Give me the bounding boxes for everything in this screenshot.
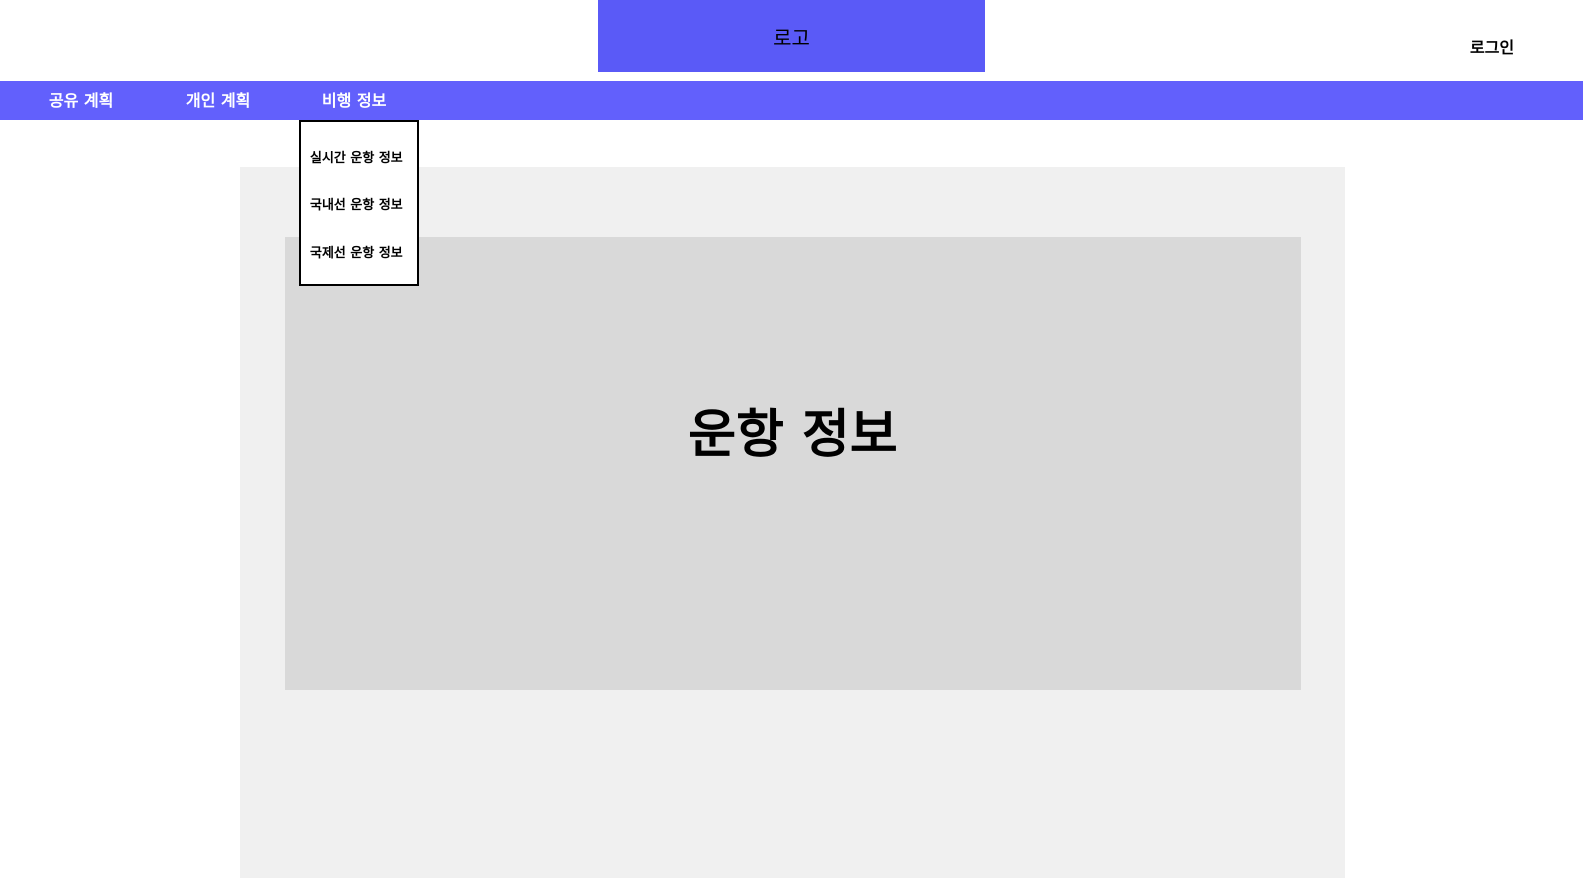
dropdown-item-international[interactable]: 국제선 운항 정보 — [310, 242, 403, 261]
nav-item-flight-info[interactable]: 비행 정보 — [322, 81, 386, 120]
dropdown-item-domestic[interactable]: 국내선 운항 정보 — [310, 194, 403, 213]
nav-item-shared-plan[interactable]: 공유 계획 — [49, 81, 113, 120]
nav-item-personal-plan[interactable]: 개인 계획 — [186, 81, 250, 120]
flight-info-dropdown: 실시간 운항 정보 국내선 운항 정보 국제선 운항 정보 — [299, 120, 419, 286]
logo[interactable]: 로고 — [598, 0, 985, 72]
content-banner: 운항 정보 — [285, 237, 1301, 690]
site-header: 로고 로그인 — [0, 0, 1583, 81]
login-link[interactable]: 로그인 — [1470, 34, 1514, 58]
dropdown-item-realtime[interactable]: 실시간 운항 정보 — [310, 147, 403, 166]
page-title: 운항 정보 — [688, 405, 898, 465]
main-nav: 공유 계획 개인 계획 비행 정보 — [0, 81, 1583, 120]
logo-label: 로고 — [773, 25, 810, 50]
